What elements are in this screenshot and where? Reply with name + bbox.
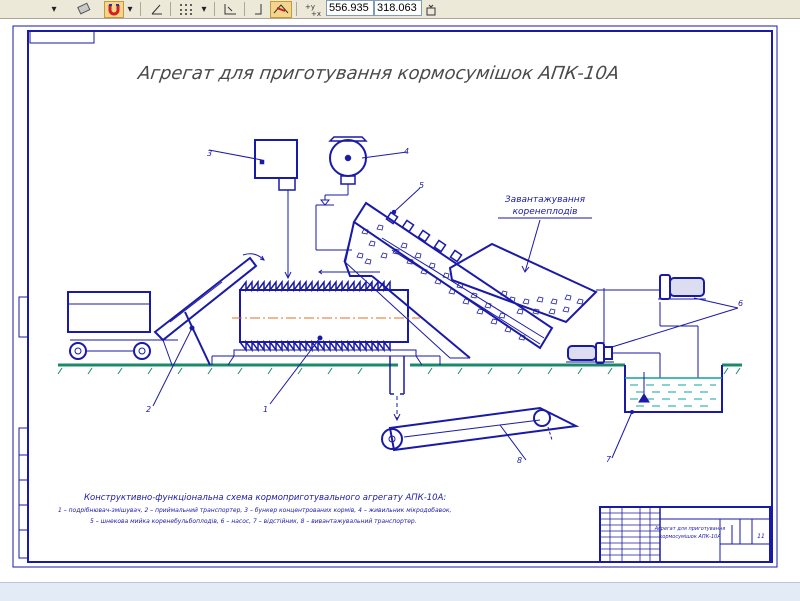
callout-3: 3 <box>207 149 212 158</box>
snap-icon[interactable] <box>270 1 292 18</box>
callout-6: 6 <box>738 299 743 308</box>
title-block-name-line2: кормосумішок АПК-10А <box>659 534 721 540</box>
dropdown-arrow-icon[interactable]: ▾ <box>197 1 211 18</box>
magnet-icon[interactable] <box>104 1 124 18</box>
dropdown-arrow-icon[interactable]: ▾ <box>46 1 62 18</box>
callout-7: 7 <box>606 455 612 464</box>
pump-lower <box>566 342 614 364</box>
caption-title: Конструктивно-функціональна схема кормоп… <box>84 493 446 503</box>
pump-upper <box>658 274 706 300</box>
concentrate-bunker <box>208 139 298 191</box>
receiving-conveyor <box>153 253 265 366</box>
title-block-sheet: 11 <box>757 533 765 540</box>
callout-4: 4 <box>404 147 409 156</box>
eraser-icon[interactable] <box>74 1 94 18</box>
drawing-canvas: Агрегат для приготування кормосумішок АП… <box>0 19 800 582</box>
coord-y-field[interactable]: 318.063 <box>374 0 422 16</box>
axis-icon[interactable] <box>220 1 240 18</box>
coord-x-field[interactable]: 556.935 <box>326 0 374 16</box>
callout-8: 8 <box>517 456 522 465</box>
trailer-cart <box>67 291 178 360</box>
angle-icon[interactable] <box>147 1 167 18</box>
callout-2: 2 <box>146 405 151 414</box>
status-bar <box>0 582 800 601</box>
cad-toolbar: ▾ ▾ ▾ +y +x 556.935 318.063 <box>0 0 800 19</box>
caption: Конструктивно-функціональна схема кормоп… <box>58 493 452 525</box>
callout-1: 1 <box>263 405 268 414</box>
loading-label-line2: коренеплодів <box>513 207 578 217</box>
title-block-name-line1: Агрегат для приготування <box>654 526 726 532</box>
grid-icon[interactable] <box>176 1 196 18</box>
title-block-text: Агрегат для приготування кормосумішок АП… <box>654 526 765 540</box>
svg-text:+x: +x <box>311 10 321 17</box>
caption-line1: 1 – подрібнювач-змішувач, 2 – приймальни… <box>58 507 452 514</box>
callout-numbers: 1 2 3 4 5 6 7 8 <box>146 147 743 465</box>
ground-hatching <box>57 367 741 375</box>
caption-line2: 5 – шнекова мийка коренебульбоплодів, 6 … <box>90 518 417 525</box>
loading-label-line1: Завантажування <box>505 195 586 205</box>
xy-coordinates-icon: +y +x <box>302 1 324 18</box>
micro-additive-feeder <box>315 136 408 251</box>
unloading-conveyor <box>381 406 580 461</box>
drawing-title: Агрегат для приготування кормосумішок АП… <box>136 63 621 84</box>
bracket-icon[interactable] <box>250 1 266 18</box>
hatch-dropdown-icon[interactable] <box>424 1 438 18</box>
dropdown-arrow-icon[interactable]: ▾ <box>123 1 137 18</box>
callout-5: 5 <box>419 181 424 190</box>
settling-tank <box>611 365 723 459</box>
loading-hopper <box>448 217 598 324</box>
